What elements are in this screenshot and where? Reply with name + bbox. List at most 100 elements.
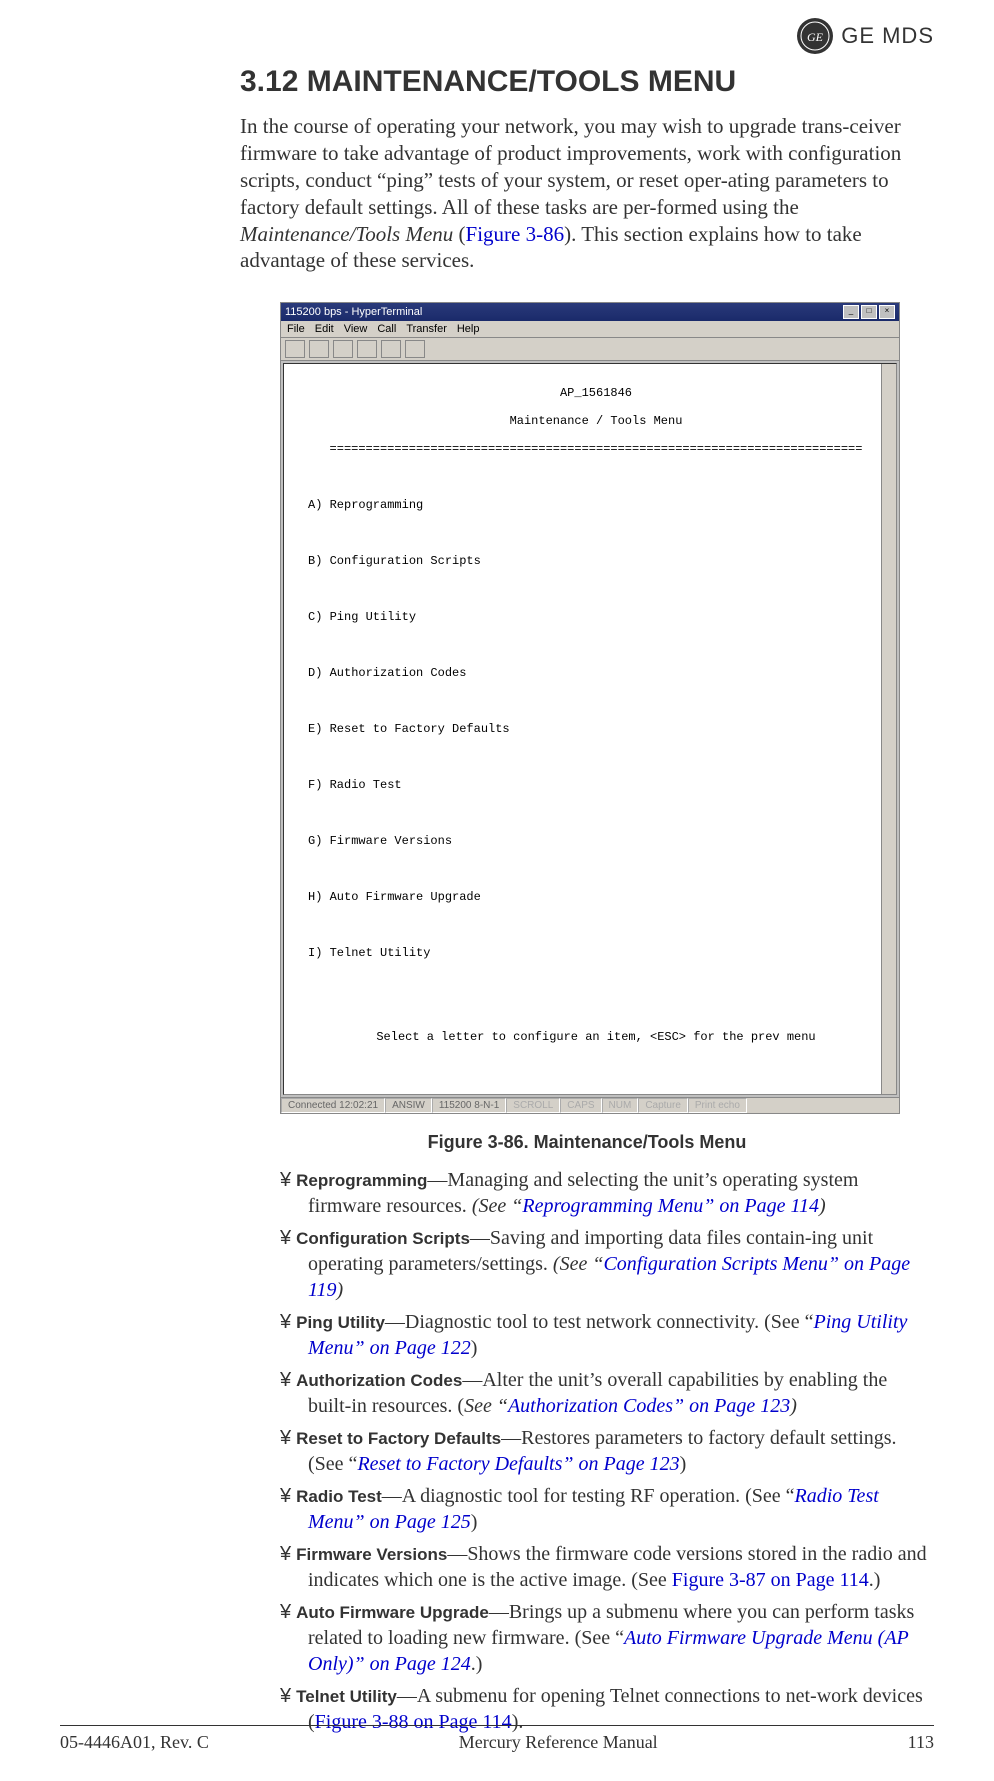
bullet-icon: ¥ [280,1369,291,1391]
page: GE GE MDS 3.12 MAINTENANCE/TOOLS MENU In… [0,0,994,1781]
terminal-blank [308,582,884,596]
see-prefix: (See “ [553,1253,604,1275]
footer-left: 05-4446A01, Rev. C [60,1732,209,1753]
bullet-icon: ¥ [280,1311,291,1333]
window-buttons: _ □ × [843,305,895,319]
status-connected: Connected 12:02:21 [281,1098,385,1113]
list-item: ¥ Ping Utility—Diagnostic tool to test n… [280,1309,934,1361]
terminal-ap: AP_1561846 [308,386,884,400]
ge-badge-icon: GE [797,18,833,54]
list-item: ¥ Radio Test—A diagnostic tool for testi… [280,1483,934,1535]
item-title: Firmware Versions [296,1545,447,1564]
terminal-blank [308,806,884,820]
terminal-blank [308,470,884,484]
bullet-icon: ¥ [280,1685,291,1707]
scrollbar[interactable] [881,364,896,1094]
item-text: —Diagnostic tool to test network connect… [385,1311,771,1333]
bullet-icon: ¥ [280,1543,291,1565]
status-scroll: SCROLL [506,1098,560,1113]
item-title: Reprogramming [296,1171,427,1190]
status-num: NUM [602,1098,639,1113]
see-suffix: ) [471,1511,478,1533]
terminal-opt-b: B) Configuration Scripts [308,554,884,568]
item-title: Radio Test [296,1487,382,1506]
cross-ref-link[interactable]: Authorization Codes” on Page 123 [508,1395,790,1417]
list-item: ¥ Configuration Scripts—Saving and impor… [280,1225,934,1303]
tool-open-icon[interactable] [309,340,329,358]
terminal-opt-i: I) Telnet Utility [308,946,884,960]
brand-text: GE MDS [841,23,934,49]
minimize-icon[interactable]: _ [843,305,859,319]
tool-props-icon[interactable] [405,340,425,358]
menu-call[interactable]: Call [377,323,396,335]
cross-ref-link[interactable]: Reset to Factory Defaults” on Page 123 [357,1453,679,1475]
tool-new-icon[interactable] [285,340,305,358]
see-prefix: See “ [771,1311,814,1333]
see-suffix: ) [337,1279,344,1301]
item-title: Ping Utility [296,1313,385,1332]
statusbar: Connected 12:02:21 ANSIW 115200 8-N-1 SC… [281,1097,899,1113]
status-baud: 115200 8-N-1 [432,1098,506,1113]
terminal-divider: ========================================… [308,442,884,456]
item-title: Authorization Codes [296,1371,462,1390]
terminal-blank [308,638,884,652]
tool-send-icon[interactable] [381,340,401,358]
terminal-blank [308,694,884,708]
item-title: Reset to Factory Defaults [296,1429,501,1448]
tool-hangup-icon[interactable] [357,340,377,358]
page-footer: 05-4446A01, Rev. C Mercury Reference Man… [60,1725,934,1753]
bullet-icon: ¥ [280,1227,291,1249]
status-caps: CAPS [560,1098,601,1113]
intro-italic: Maintenance/Tools Menu [240,222,453,246]
list-item: ¥ Authorization Codes—Alter the unit’s o… [280,1367,934,1419]
cross-ref-link[interactable]: Figure 3-87 on Page 114 [672,1569,869,1591]
section-title: 3.12 MAINTENANCE/TOOLS MENU [240,65,934,99]
menu-help[interactable]: Help [457,323,480,335]
menu-view[interactable]: View [344,323,368,335]
intro-paragraph: In the course of operating your network,… [240,113,934,274]
item-text: —A diagnostic tool for testing RF operat… [382,1485,752,1507]
list-item: ¥ Reset to Factory Defaults—Restores par… [280,1425,934,1477]
bullet-icon: ¥ [280,1485,291,1507]
window-titlebar: 115200 bps - HyperTerminal _ □ × [281,303,899,321]
terminal-body: AP_1561846 Maintenance / Tools Menu ====… [283,363,897,1095]
figure-link[interactable]: Figure 3-86 [466,222,565,246]
terminal-blank [308,974,884,988]
terminal-blank [308,750,884,764]
bullet-icon: ¥ [280,1169,291,1191]
see-prefix: See “ [464,1395,508,1417]
see-prefix: (See “ [472,1195,523,1217]
intro-text-b: ( [453,222,465,246]
status-print: Print echo [688,1098,747,1113]
menu-edit[interactable]: Edit [315,323,334,335]
status-emulation: ANSIW [385,1098,432,1113]
see-prefix: See “ [315,1453,358,1475]
ge-initials: GE [807,30,824,44]
terminal-opt-a: A) Reprogramming [308,498,884,512]
hyperterminal-window: 115200 bps - HyperTerminal _ □ × File Ed… [280,302,900,1114]
menu-file[interactable]: File [287,323,305,335]
menubar: File Edit View Call Transfer Help [281,321,899,338]
bullet-icon: ¥ [280,1601,291,1623]
see-suffix: ) [471,1337,478,1359]
tool-call-icon[interactable] [333,340,353,358]
terminal-blank [308,1002,884,1016]
cross-ref-link[interactable]: Reprogramming Menu” on Page 114 [522,1195,819,1217]
see-suffix: .) [471,1653,483,1675]
terminal-opt-e: E) Reset to Factory Defaults [308,722,884,736]
status-capture: Capture [638,1098,688,1113]
footer-page-number: 113 [908,1732,934,1753]
menu-item-list: ¥ Reprogramming—Managing and selecting t… [280,1167,934,1735]
footer-center: Mercury Reference Manual [459,1732,658,1753]
figure-caption: Figure 3-86. Maintenance/Tools Menu [240,1132,934,1153]
see-prefix: See “ [581,1627,624,1649]
maximize-icon[interactable]: □ [861,305,877,319]
close-icon[interactable]: × [879,305,895,319]
menu-transfer[interactable]: Transfer [406,323,447,335]
item-title: Telnet Utility [296,1687,397,1706]
toolbar [281,338,899,361]
terminal-opt-h: H) Auto Firmware Upgrade [308,890,884,904]
see-suffix: ) [790,1395,797,1417]
main-content: 3.12 MAINTENANCE/TOOLS MENU In the cours… [240,65,934,1735]
terminal-opt-f: F) Radio Test [308,778,884,792]
